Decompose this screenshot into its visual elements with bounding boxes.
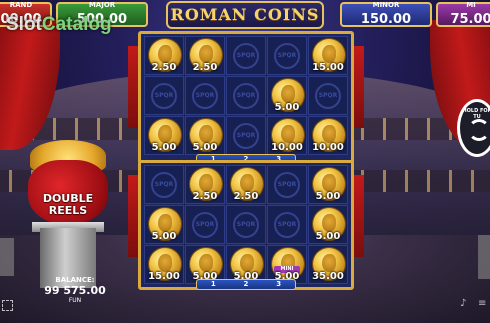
menu-icon[interactable]: ≡ [478, 298, 486, 309]
top-reel-ribbon-left [128, 46, 138, 128]
game-scene: RAND 00.00 MAJOR 500.00 ROMAN COINS MINO… [0, 0, 490, 323]
spqr-emblem-icon: SPQR [192, 82, 218, 109]
minor-jackpot-label: MINOR [372, 1, 400, 9]
bottom-reel-ribbon-right [354, 175, 364, 257]
coin-amount: 2.50 [233, 191, 259, 202]
spqr-emblem-icon: SPQR [233, 122, 259, 149]
reel-cell: 5.00 [144, 205, 184, 244]
coin-amount: 5.00 [192, 142, 218, 153]
reel-cell: 2.50 [226, 165, 266, 204]
coin-amount: 5.00 [151, 142, 177, 153]
spin-button-label: HOLD FOR TU [462, 108, 490, 120]
right-side-panel[interactable] [478, 235, 490, 279]
bottom-reel-set: SPQR 2.50 2.50 SPQR 5.00 5.00 SPQR SPQR SPQR 5.00… [128, 160, 364, 290]
double-reels-label: DOUBLE REELS [26, 193, 110, 217]
coin-amount: 2.50 [151, 62, 177, 73]
reel-cell: 5.00 [185, 116, 225, 155]
spqr-emblem-icon: SPQR [233, 82, 259, 109]
balance-value: 99 575.00 [44, 284, 106, 297]
minor-jackpot-value: 150.00 [360, 12, 412, 27]
reel-cell: 5.00 [267, 76, 307, 115]
reel-cell: SPQR [144, 165, 184, 204]
bottom-reel-ribbon-left [128, 175, 138, 257]
major-jackpot-label: MAJOR [88, 1, 116, 9]
spqr-emblem-icon: SPQR [315, 82, 341, 109]
balance-label: BALANCE: [55, 276, 95, 284]
reel-cell: SPQR [185, 76, 225, 115]
coin-amount: 35.00 [312, 271, 344, 282]
spin-arrows-icon [468, 119, 490, 141]
reel-cell: 2.50 [144, 36, 184, 75]
watermark-part1: Slot [6, 14, 42, 35]
bottom-reel-pager: 1 2 3 [196, 279, 296, 290]
coin-amount: 10.00 [271, 142, 303, 153]
left-side-panel[interactable] [0, 238, 14, 276]
spin-button[interactable]: HOLD FOR TU [457, 99, 490, 157]
top-reel-set: 2.50 2.50 SPQR SPQR 15.00 SPQR SPQR SPQR 5.00 SPQ… [128, 31, 364, 165]
reel-cell: SPQR [144, 76, 184, 115]
spqr-emblem-icon: SPQR [274, 211, 300, 238]
bottom-page-1[interactable]: 1 [211, 280, 216, 289]
sound-icon[interactable]: ♪ [460, 298, 466, 309]
double-reels-line2: REELS [48, 204, 88, 217]
reel-cell: 35.00 [308, 245, 348, 284]
coin-amount: 2.50 [192, 191, 218, 202]
spqr-emblem-icon: SPQR [274, 42, 300, 69]
coin-amount: 5.00 [274, 102, 300, 113]
reel-cell: 15.00 [308, 36, 348, 75]
balance-mode: FUN [68, 297, 82, 304]
reel-cell: 15.00 [144, 245, 184, 284]
reel-cell: SPQR [308, 76, 348, 115]
top-reel-ribbon-right [354, 46, 364, 128]
game-logo: ROMAN COINS [166, 1, 324, 29]
reel-cell: SPQR [267, 165, 307, 204]
coin-amount: 15.00 [312, 62, 344, 73]
fullscreen-icon[interactable] [2, 300, 13, 311]
spqr-emblem-icon: SPQR [274, 171, 300, 198]
spqr-emblem-icon: SPQR [233, 42, 259, 69]
reel-cell: 5.00 [308, 205, 348, 244]
bottom-page-2[interactable]: 2 [244, 280, 249, 289]
reel-cell: SPQR [267, 36, 307, 75]
spqr-emblem-icon: SPQR [233, 211, 259, 238]
bottom-reel-grid: SPQR 2.50 2.50 SPQR 5.00 5.00 SPQR SPQR SPQR 5.00… [144, 165, 348, 284]
spqr-emblem-icon: SPQR [192, 211, 218, 238]
reel-cell: SPQR [226, 205, 266, 244]
top-reel-grid: 2.50 2.50 SPQR SPQR 15.00 SPQR SPQR SPQR 5.00 SPQ… [144, 36, 348, 155]
watermark-part2: Catalog [41, 14, 112, 35]
reel-cell: SPQR [226, 36, 266, 75]
coin-amount: 5.00 [315, 231, 341, 242]
reel-cell: SPQR [267, 205, 307, 244]
coin-amount: 5.00 [315, 191, 341, 202]
reel-cell: 5.00 [144, 116, 184, 155]
mini-jackpot-value: 75.00 [450, 12, 490, 27]
reel-cell: 5.00 [308, 165, 348, 204]
coin-amount: 2.50 [192, 62, 218, 73]
reel-cell: 2.50 [185, 165, 225, 204]
minor-jackpot: MINOR 150.00 [340, 1, 432, 27]
reel-cell: SPQR [185, 205, 225, 244]
coin-amount: 10.00 [312, 142, 344, 153]
spqr-emblem-icon: SPQR [151, 82, 177, 109]
grand-jackpot-label: RAND [9, 1, 33, 9]
reel-cell: SPQR [226, 76, 266, 115]
reel-cell: 10.00 [267, 116, 307, 155]
reel-cell: 2.50 [185, 36, 225, 75]
coin-amount: 15.00 [148, 271, 180, 282]
spqr-emblem-icon: SPQR [151, 171, 177, 198]
mini-jackpot-label: MI [466, 1, 476, 9]
watermark: SlotCatalog [6, 14, 112, 36]
bottom-page-3[interactable]: 3 [276, 280, 281, 289]
mini-jackpot: MI 75.00 [436, 1, 490, 27]
reel-cell: SPQR [226, 116, 266, 155]
reel-cell: 10.00 [308, 116, 348, 155]
coin-amount: 5.00 [151, 231, 177, 242]
balance-panel: BALANCE: 99 575.00 FUN [40, 276, 110, 305]
